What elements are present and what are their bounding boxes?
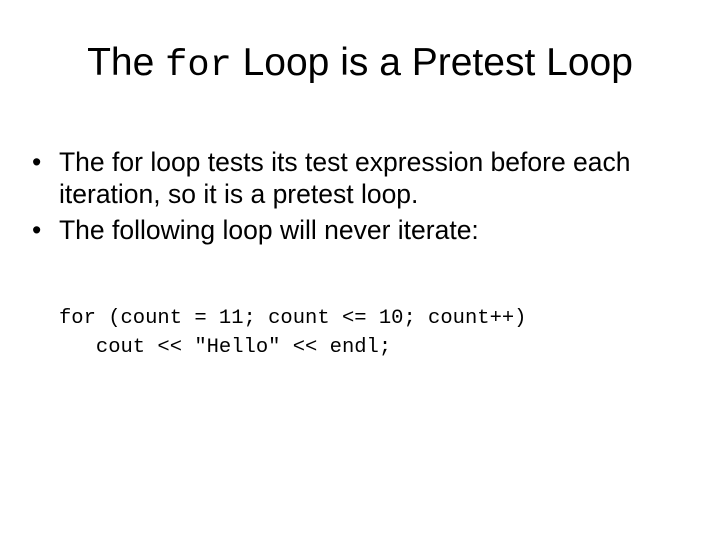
title-code-keyword: for [165, 45, 232, 87]
code-line: for (count = 11; count <= 10; count++) [59, 307, 527, 330]
title-text-before: The [87, 41, 166, 84]
bullet-dot-icon: • [32, 215, 42, 245]
bullet-item: • The following loop will never iterate: [28, 214, 708, 246]
bullet-item: • The for loop tests its test expression… [28, 146, 708, 210]
bullet-text: The following loop will never iterate: [59, 215, 479, 245]
title-text-after: Loop is a Pretest Loop [231, 41, 633, 84]
slide-title: The for Loop is a Pretest Loop [0, 38, 720, 91]
bullet-text: The for loop tests its test expression b… [59, 147, 631, 209]
bullet-list: • The for loop tests its test expression… [28, 146, 708, 250]
code-line: cout << "Hello" << endl; [59, 336, 392, 359]
slide: The for Loop is a Pretest Loop • The for… [0, 0, 720, 540]
bullet-dot-icon: • [32, 147, 42, 177]
code-block: for (count = 11; count <= 10; count++) c… [59, 304, 526, 362]
